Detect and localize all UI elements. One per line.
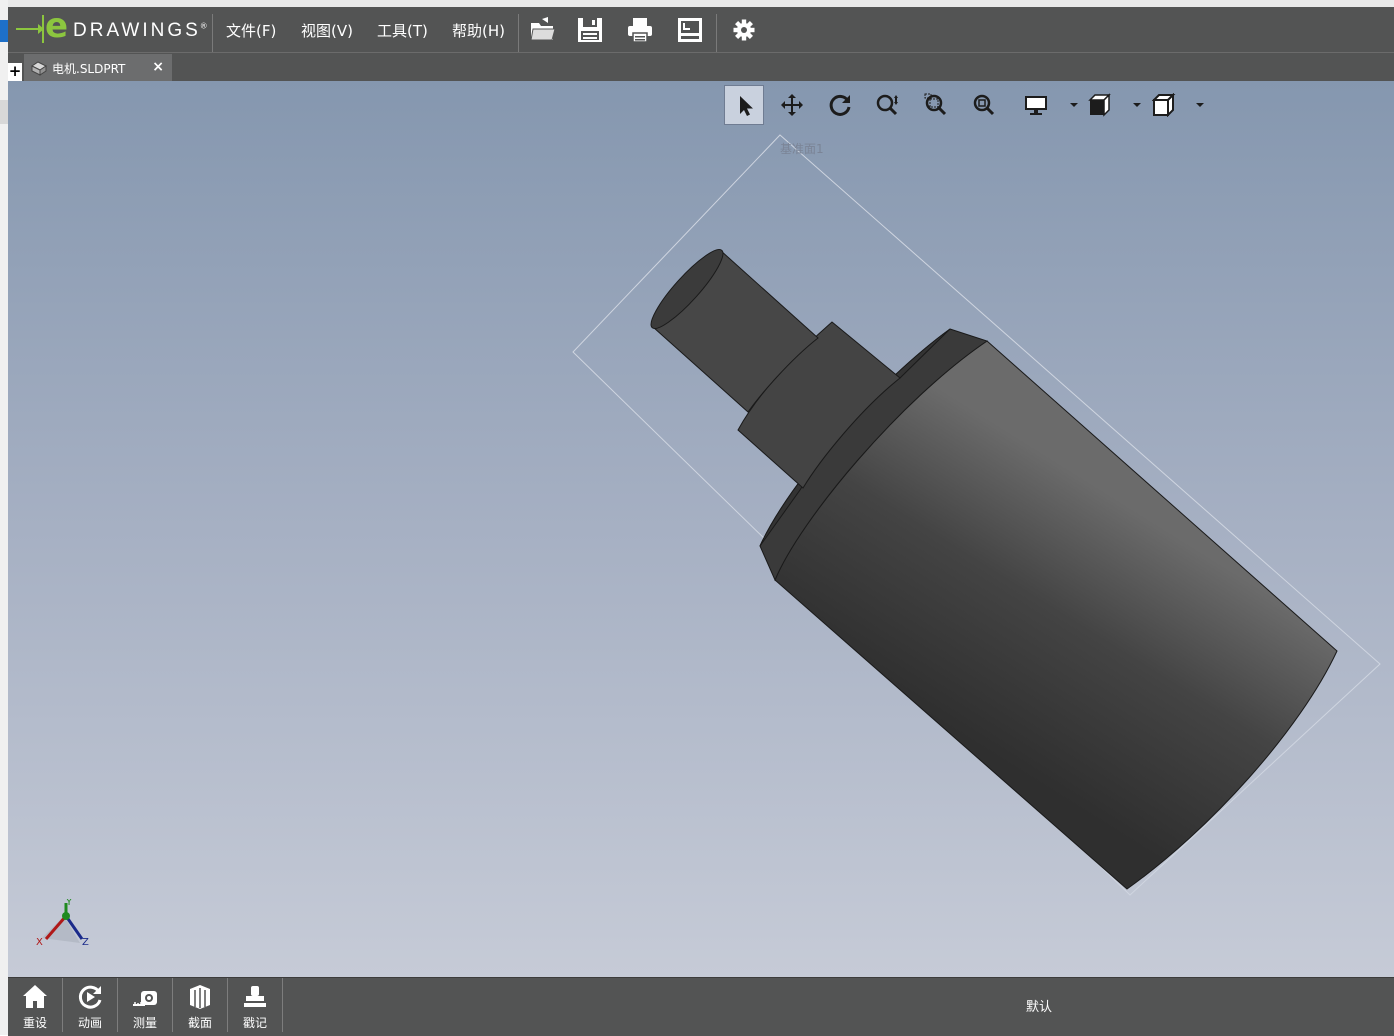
animate-button-label: 动画 — [77, 1016, 102, 1030]
display-dropdown-caret[interactable] — [1070, 103, 1078, 107]
menu-separator — [716, 14, 717, 52]
pan-icon[interactable] — [772, 85, 812, 125]
axis-y-label: Y — [65, 899, 73, 908]
rotate-icon[interactable] — [820, 85, 860, 125]
configuration-name[interactable]: 默认 — [1026, 996, 1052, 1015]
left-edge-marker — [0, 100, 8, 124]
axis-triad: Y X Z — [36, 899, 89, 948]
save-icon[interactable] — [575, 15, 605, 45]
edrawings-logo: e DRAWINGS® — [14, 6, 210, 46]
measure-icon — [133, 991, 157, 1006]
settings-icon[interactable] — [729, 15, 759, 45]
logo-arrow — [16, 24, 44, 34]
section-icon — [190, 985, 210, 1009]
menu-separator — [518, 14, 519, 52]
new-tab-button[interactable]: + — [8, 63, 22, 81]
menu-help[interactable]: 帮助(H) — [452, 20, 505, 41]
document-tab-label: 电机.SLDPRT — [52, 62, 126, 76]
graphics-viewport[interactable]: 基准面1 Y X Z — [8, 81, 1394, 977]
logo-wordmark: DRAWINGS® — [73, 20, 207, 41]
left-edge-highlight — [0, 20, 8, 42]
menu-tools[interactable]: 工具(T) — [377, 20, 428, 41]
reset-button[interactable]: 重设 — [8, 978, 63, 1032]
reset-button-label: 重设 — [22, 1016, 47, 1030]
print-icon[interactable] — [625, 15, 655, 45]
menu-file[interactable]: 文件(F) — [226, 20, 276, 41]
logo-e: e — [45, 6, 69, 46]
measure-button-label: 测量 — [132, 1016, 157, 1030]
zoom-fit-icon[interactable] — [964, 85, 1004, 125]
views-dropdown-caret[interactable] — [1133, 103, 1141, 107]
close-tab-button[interactable]: × — [152, 59, 164, 75]
animate-icon — [78, 985, 102, 1009]
home-icon — [23, 985, 47, 1008]
select-icon[interactable] — [724, 85, 764, 125]
section-button[interactable]: 截面 — [173, 978, 228, 1032]
markup-icon[interactable] — [675, 15, 705, 45]
window-top-edge — [8, 0, 1394, 7]
stamp-icon — [244, 986, 266, 1007]
menu-separator — [212, 14, 213, 52]
document-tab[interactable]: 电机.SLDPRT × — [24, 54, 172, 82]
stamp-button[interactable]: 戳记 — [228, 978, 283, 1032]
measure-button[interactable]: 测量 — [118, 978, 173, 1032]
part-file-icon — [31, 61, 47, 76]
stamp-button-label: 戳记 — [242, 1016, 267, 1030]
view-orientation-icon[interactable] — [1144, 85, 1184, 125]
axis-z-label: Z — [82, 937, 89, 948]
zoom-area-icon[interactable] — [916, 85, 956, 125]
open-icon[interactable] — [528, 15, 558, 45]
axis-x-label: X — [36, 937, 43, 948]
section-button-label: 截面 — [187, 1016, 212, 1030]
view-toolbar — [724, 85, 1214, 127]
document-tab-bar: + 电机.SLDPRT × — [8, 52, 1394, 82]
logo-bar — [42, 15, 44, 43]
zoom-icon[interactable] — [868, 85, 908, 125]
menu-view[interactable]: 视图(V) — [301, 20, 353, 41]
menu-bar: e DRAWINGS® 文件(F) 视图(V) 工具(T) 帮助(H) — [8, 6, 1394, 52]
views-icon[interactable] — [1080, 85, 1120, 125]
animate-button[interactable]: 动画 — [63, 978, 118, 1032]
bottom-toolbar: 重设 动画 测量 截面 戳记 默认 — [8, 977, 1394, 1036]
orientation-dropdown-caret[interactable] — [1196, 103, 1204, 107]
reference-plane-label: 基准面1 — [780, 142, 824, 156]
display-icon[interactable] — [1016, 85, 1056, 125]
part-model[interactable] — [8, 81, 1394, 977]
